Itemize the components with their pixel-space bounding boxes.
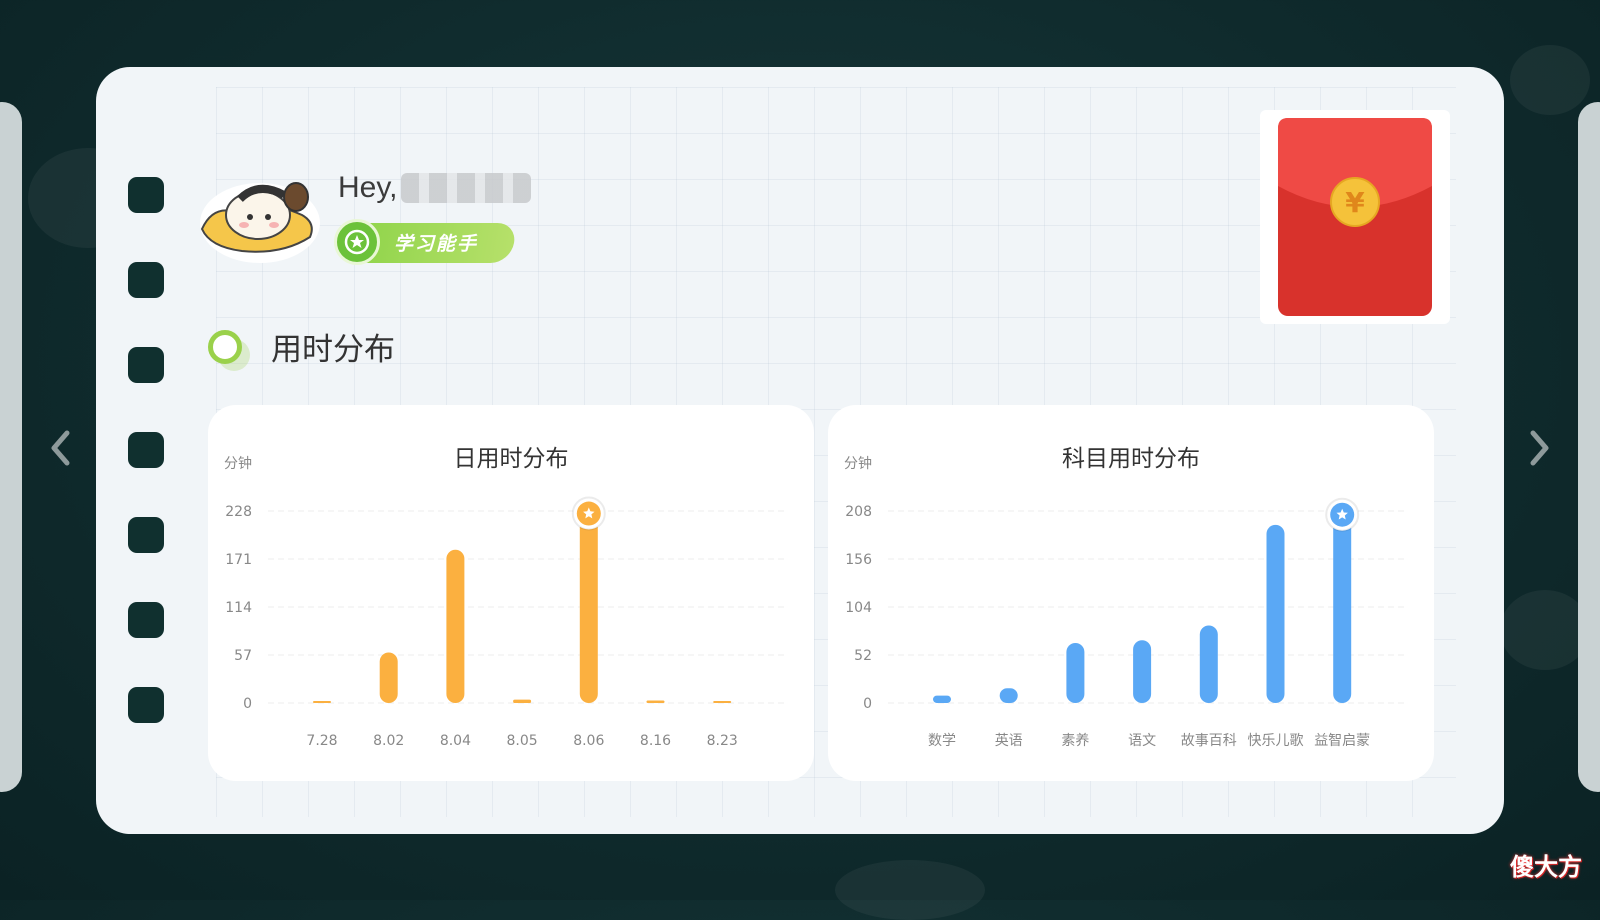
medal-icon: [334, 219, 380, 265]
subject-usage-chart: 0 52 104 156 208 数学 英语 素养 语文 故事百科 快乐儿歌 益智启蒙: [845, 497, 1404, 749]
red-packet-icon: ¥: [1278, 118, 1432, 316]
x-tick-label: 8.06: [573, 733, 604, 749]
chart-bar: [379, 652, 398, 703]
binder-hole: [128, 177, 164, 213]
x-tick-label: 益智启蒙: [1314, 733, 1370, 749]
y-tick-label: 0: [863, 696, 872, 712]
binder-hole: [128, 602, 164, 638]
daily-usage-panel: 日用时分布 分钟 0 57 114 171 228 7.28 8.02 8.04 8.05 8.0…: [208, 405, 814, 781]
chart-bar: [1266, 524, 1285, 703]
greeting: Hey,: [338, 171, 532, 205]
x-tick-label: 8.05: [507, 733, 538, 749]
x-tick-label: 7.28: [306, 733, 337, 749]
blurred-username: [401, 173, 532, 203]
chart-bar: [446, 549, 465, 703]
subject-usage-panel: 科目用时分布 分钟 0 52 104 156 208 数学 英语 素养 语文 故事百科 快乐儿歌 益智…: [828, 405, 1434, 781]
chart-bar: [1333, 514, 1352, 703]
y-tick-label: 228: [225, 504, 252, 520]
chart-bar: [579, 513, 598, 703]
chart-bar: [713, 701, 732, 703]
planet-decoration: [1510, 45, 1590, 115]
chart-bar: [933, 695, 951, 703]
y-tick-label: 57: [234, 648, 252, 664]
chart-bar: [1133, 640, 1152, 703]
y-tick-label: 208: [845, 504, 872, 520]
x-tick-label: 语文: [1128, 733, 1156, 749]
binder-hole: [128, 347, 164, 383]
watermark-logo: 傻大方: [1510, 853, 1582, 881]
chevron-right-icon[interactable]: [1526, 428, 1554, 468]
x-tick-label: 8.02: [373, 733, 404, 749]
binder-holes: [128, 177, 164, 772]
report-card: Hey, 学习能手 用时分布 ¥ 日用时分布 分钟 0 57 114 171 228 7.…: [96, 67, 1504, 834]
chart-bar: [646, 700, 665, 703]
binder-hole: [128, 687, 164, 723]
section-title: 用时分布: [271, 332, 395, 368]
binder-hole: [128, 432, 164, 468]
x-tick-label: 8.23: [707, 733, 738, 749]
y-tick-label: 104: [845, 600, 872, 616]
x-tick-label: 数学: [928, 733, 956, 749]
chevron-left-icon[interactable]: [46, 428, 74, 468]
chart-bar: [1199, 625, 1218, 703]
y-tick-label: 0: [243, 696, 252, 712]
y-tick-label: 156: [845, 552, 872, 568]
next-card-peek[interactable]: [1578, 102, 1600, 792]
chart-bar: [513, 699, 532, 703]
achievement-badge[interactable]: 学习能手: [334, 219, 518, 265]
binder-hole: [128, 517, 164, 553]
yuan-coin-icon: ¥: [1345, 186, 1365, 219]
y-tick-label: 52: [854, 648, 872, 664]
y-tick-label: 171: [225, 552, 252, 568]
previous-card-peek[interactable]: [0, 102, 22, 792]
x-tick-label: 快乐儿歌: [1248, 733, 1304, 749]
chart-bar: [1066, 643, 1085, 703]
y-tick-label: 114: [225, 600, 252, 616]
section-bullet-icon: [208, 330, 242, 364]
x-tick-label: 8.04: [440, 733, 471, 749]
x-tick-label: 素养: [1061, 733, 1089, 749]
x-tick-label: 8.16: [640, 733, 671, 749]
daily-usage-chart: 0 57 114 171 228 7.28 8.02 8.04 8.05 8.06 8.16 8.23: [225, 496, 784, 749]
greeting-text: Hey,: [338, 171, 398, 204]
chart-bar: [313, 701, 331, 703]
avatar-icon: [200, 182, 320, 263]
avatar[interactable]: [192, 167, 322, 267]
binder-hole: [128, 262, 164, 298]
red-packet-button[interactable]: ¥: [1260, 110, 1450, 324]
planet-decoration: [1500, 590, 1590, 670]
chart-bar: [999, 688, 1018, 703]
badge-label: 学习能手: [394, 233, 479, 255]
x-tick-label: 故事百科: [1181, 733, 1237, 749]
planet-decoration: [835, 860, 985, 920]
x-tick-label: 英语: [995, 732, 1023, 749]
